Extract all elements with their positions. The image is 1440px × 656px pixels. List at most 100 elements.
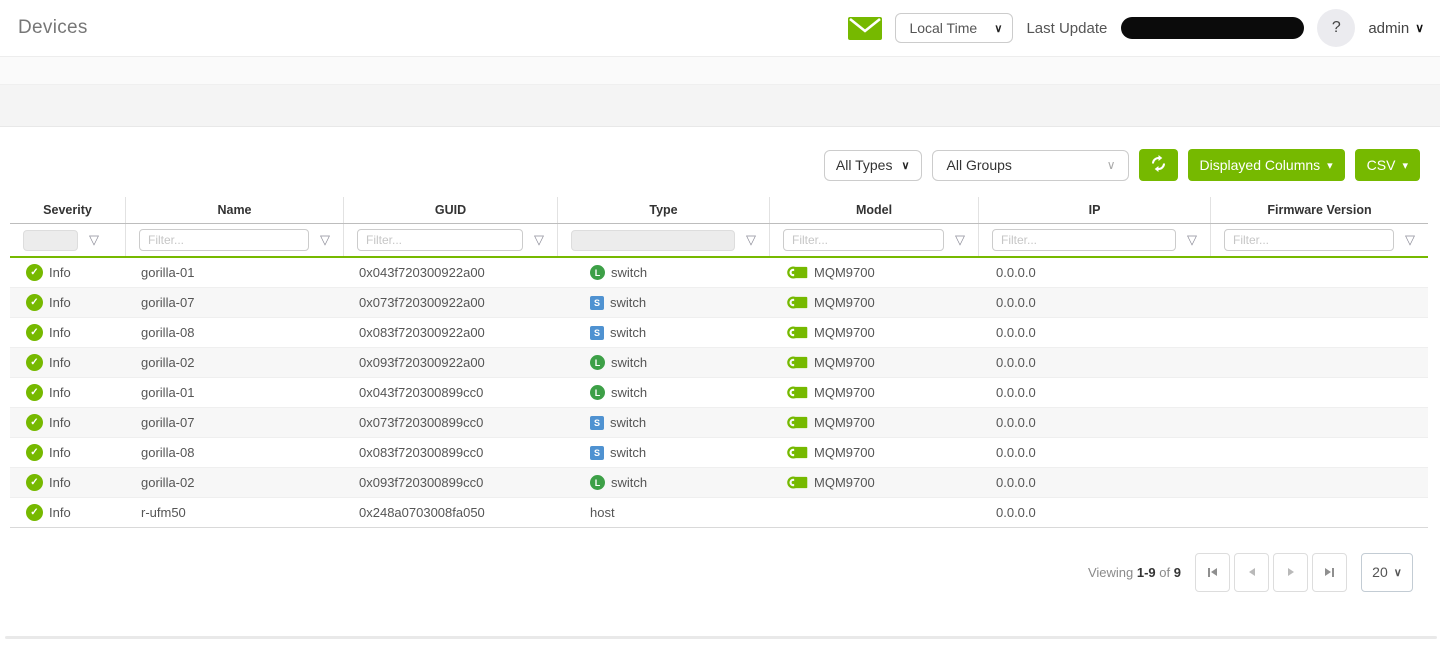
severity-ok-icon: ✓: [26, 324, 43, 341]
device-ip: 0.0.0.0: [978, 265, 1210, 280]
severity-filter-disabled: [23, 230, 78, 251]
device-model: MQM9700: [814, 415, 875, 430]
refresh-icon: [1150, 155, 1167, 175]
table-row[interactable]: ✓ Info gorilla-08 0x083f720300922a00 S s…: [10, 318, 1428, 348]
severity-label: Info: [49, 265, 71, 280]
device-guid: 0x093f720300899cc0: [343, 475, 557, 490]
page-size-select[interactable]: 20 ∨: [1361, 553, 1413, 592]
device-name: gorilla-07: [125, 295, 343, 310]
device-ip: 0.0.0.0: [978, 505, 1210, 520]
last-update-label: Last Update: [1026, 20, 1107, 37]
type-filter-value: All Types: [836, 157, 893, 173]
next-page-button[interactable]: [1273, 553, 1308, 592]
column-header-firmware[interactable]: Firmware Version: [1210, 197, 1428, 223]
device-ip: 0.0.0.0: [978, 325, 1210, 340]
device-ip: 0.0.0.0: [978, 445, 1210, 460]
type-badge: L: [590, 385, 605, 400]
device-ip: 0.0.0.0: [978, 295, 1210, 310]
column-header-severity[interactable]: Severity: [10, 197, 125, 223]
first-page-button[interactable]: [1195, 553, 1230, 592]
nvidia-logo-icon: [785, 385, 808, 400]
csv-export-button[interactable]: CSV ▾: [1355, 149, 1420, 181]
name-filter-input[interactable]: [139, 229, 309, 251]
csv-label: CSV: [1367, 157, 1396, 173]
column-header-model[interactable]: Model: [769, 197, 978, 223]
column-header-type[interactable]: Type: [557, 197, 769, 223]
device-name: gorilla-08: [125, 325, 343, 340]
device-guid: 0x073f720300922a00: [343, 295, 557, 310]
device-type: switch: [610, 325, 646, 340]
device-guid: 0x043f720300899cc0: [343, 385, 557, 400]
severity-ok-icon: ✓: [26, 474, 43, 491]
device-name: gorilla-01: [125, 385, 343, 400]
mail-icon[interactable]: [848, 16, 882, 41]
funnel-icon[interactable]: ▽: [534, 232, 544, 248]
nvidia-logo-icon: [785, 325, 808, 340]
table-row[interactable]: ✓ Info gorilla-02 0x093f720300899cc0 L s…: [10, 468, 1428, 498]
device-type: switch: [610, 445, 646, 460]
type-filter-disabled: [571, 230, 735, 251]
previous-page-button[interactable]: [1234, 553, 1269, 592]
device-name: gorilla-01: [125, 265, 343, 280]
severity-ok-icon: ✓: [26, 264, 43, 281]
funnel-icon[interactable]: ▽: [955, 232, 965, 248]
user-menu[interactable]: admin ∨: [1368, 20, 1424, 37]
last-page-icon: [1325, 568, 1331, 576]
table-row[interactable]: ✓ Info r-ufm50 0x248a0703008fa050 host 0…: [10, 498, 1428, 528]
table-row[interactable]: ✓ Info gorilla-02 0x093f720300922a00 L s…: [10, 348, 1428, 378]
first-page-icon: [1208, 568, 1210, 577]
nvidia-logo-icon: [785, 295, 808, 310]
timezone-select[interactable]: Local Time ∨: [895, 13, 1013, 43]
table-filter-row: ▽ ▽ ▽ ▽ ▽ ▽ ▽: [10, 224, 1428, 258]
type-filter-select[interactable]: All Types ∨: [824, 150, 922, 181]
table-row[interactable]: ✓ Info gorilla-07 0x073f720300899cc0 S s…: [10, 408, 1428, 438]
user-name: admin: [1368, 20, 1409, 37]
table-row[interactable]: ✓ Info gorilla-01 0x043f720300899cc0 L s…: [10, 378, 1428, 408]
next-page-icon: [1288, 568, 1294, 576]
severity-ok-icon: ✓: [26, 504, 43, 521]
refresh-button[interactable]: [1139, 149, 1178, 181]
device-guid: 0x043f720300922a00: [343, 265, 557, 280]
table-row[interactable]: ✓ Info gorilla-08 0x083f720300899cc0 S s…: [10, 438, 1428, 468]
funnel-icon[interactable]: ▽: [1405, 232, 1415, 248]
previous-page-icon: [1249, 568, 1255, 576]
table-row[interactable]: ✓ Info gorilla-07 0x073f720300922a00 S s…: [10, 288, 1428, 318]
device-type: switch: [611, 355, 647, 370]
type-badge: S: [590, 296, 604, 310]
device-type: switch: [610, 415, 646, 430]
group-filter-select[interactable]: All Groups ∨: [932, 150, 1129, 181]
model-filter-input[interactable]: [783, 229, 944, 251]
severity-label: Info: [49, 505, 71, 520]
guid-filter-input[interactable]: [357, 229, 523, 251]
device-model: MQM9700: [814, 385, 875, 400]
column-header-ip[interactable]: IP: [978, 197, 1210, 223]
severity-label: Info: [49, 415, 71, 430]
severity-label: Info: [49, 445, 71, 460]
pagination: Viewing 1-9 of 9 20 ∨: [0, 552, 1440, 592]
firmware-filter-input[interactable]: [1224, 229, 1394, 251]
column-header-guid[interactable]: GUID: [343, 197, 557, 223]
severity-label: Info: [49, 475, 71, 490]
breadcrumb-bar: [0, 85, 1440, 127]
severity-ok-icon: ✓: [26, 294, 43, 311]
displayed-columns-button[interactable]: Displayed Columns ▾: [1188, 149, 1345, 181]
table-header-row: Severity Name GUID Type Model IP Firmwar…: [10, 197, 1428, 224]
table-row[interactable]: ✓ Info gorilla-01 0x043f720300922a00 L s…: [10, 258, 1428, 288]
pager-buttons: [1195, 553, 1347, 592]
help-icon[interactable]: ?: [1317, 9, 1355, 47]
device-model: MQM9700: [814, 355, 875, 370]
column-header-name[interactable]: Name: [125, 197, 343, 223]
type-badge: L: [590, 475, 605, 490]
funnel-icon[interactable]: ▽: [746, 232, 756, 248]
type-badge: S: [590, 326, 604, 340]
device-ip: 0.0.0.0: [978, 415, 1210, 430]
funnel-icon[interactable]: ▽: [1187, 232, 1197, 248]
funnel-icon[interactable]: ▽: [89, 232, 99, 248]
severity-label: Info: [49, 355, 71, 370]
ip-filter-input[interactable]: [992, 229, 1176, 251]
last-page-button[interactable]: [1312, 553, 1347, 592]
device-guid: 0x093f720300922a00: [343, 355, 557, 370]
type-badge: S: [590, 416, 604, 430]
funnel-icon[interactable]: ▽: [320, 232, 330, 248]
viewing-range: 1-9: [1137, 565, 1156, 580]
